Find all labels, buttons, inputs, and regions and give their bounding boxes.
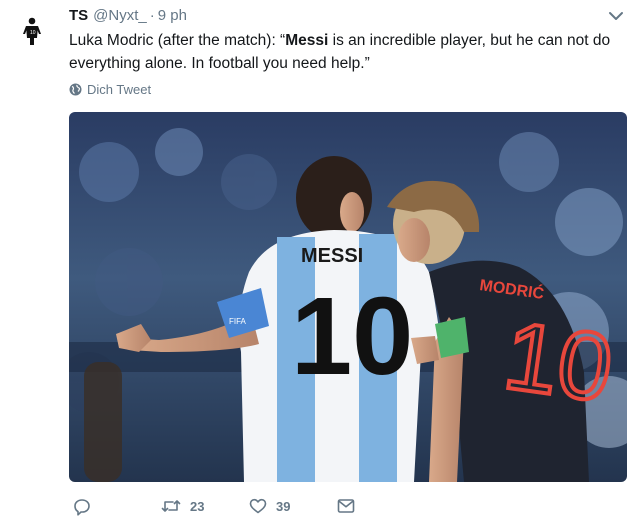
dm-icon bbox=[337, 499, 355, 513]
tweet-header: TS @Nyxt_ · 9 ph bbox=[69, 7, 187, 27]
tweet-text-start: Luka Modric (after the match): “ bbox=[69, 32, 286, 49]
shirt-number-left: 10 bbox=[291, 275, 413, 398]
tweet-actions: 23 39 bbox=[69, 498, 489, 522]
globe-icon bbox=[69, 83, 82, 96]
tweet: 10 TS @Nyxt_ · 9 ph Luka Modric (after t… bbox=[0, 0, 635, 526]
like-count: 39 bbox=[276, 498, 291, 514]
direct-message-button[interactable] bbox=[337, 498, 355, 514]
reply-button[interactable] bbox=[73, 498, 91, 516]
shirt-number-right: 10 bbox=[498, 302, 619, 423]
tweet-photo[interactable]: MESSI 10 FIFA MODRIĆ 10 bbox=[69, 112, 627, 482]
separator-dot: · bbox=[149, 7, 155, 24]
caret-down-icon[interactable] bbox=[607, 9, 625, 23]
translate-tweet-link[interactable]: Dich Tweet bbox=[69, 82, 151, 97]
username[interactable]: @Nyxt_ bbox=[93, 7, 147, 24]
reply-icon bbox=[74, 499, 90, 516]
retweet-button[interactable]: 23 bbox=[161, 498, 204, 514]
tweet-text-highlight: Messi bbox=[285, 32, 329, 49]
tweet-text: Luka Modric (after the match): “Messi is… bbox=[69, 29, 624, 75]
photo-messi-modric: MESSI 10 FIFA MODRIĆ 10 bbox=[69, 112, 627, 482]
avatar-image: 10 bbox=[14, 12, 50, 48]
svg-text:10: 10 bbox=[30, 30, 36, 36]
like-button[interactable]: 39 bbox=[249, 498, 290, 514]
display-name[interactable]: TS bbox=[69, 7, 88, 24]
retweet-icon bbox=[161, 500, 181, 512]
retweet-count: 23 bbox=[190, 498, 205, 514]
avatar[interactable]: 10 bbox=[14, 12, 50, 48]
shirt-name-left: MESSI bbox=[301, 245, 363, 267]
translate-label: Dich Tweet bbox=[87, 82, 152, 97]
like-icon bbox=[249, 498, 267, 514]
timestamp[interactable]: 9 ph bbox=[158, 7, 187, 24]
armband-text: FIFA bbox=[229, 317, 247, 326]
